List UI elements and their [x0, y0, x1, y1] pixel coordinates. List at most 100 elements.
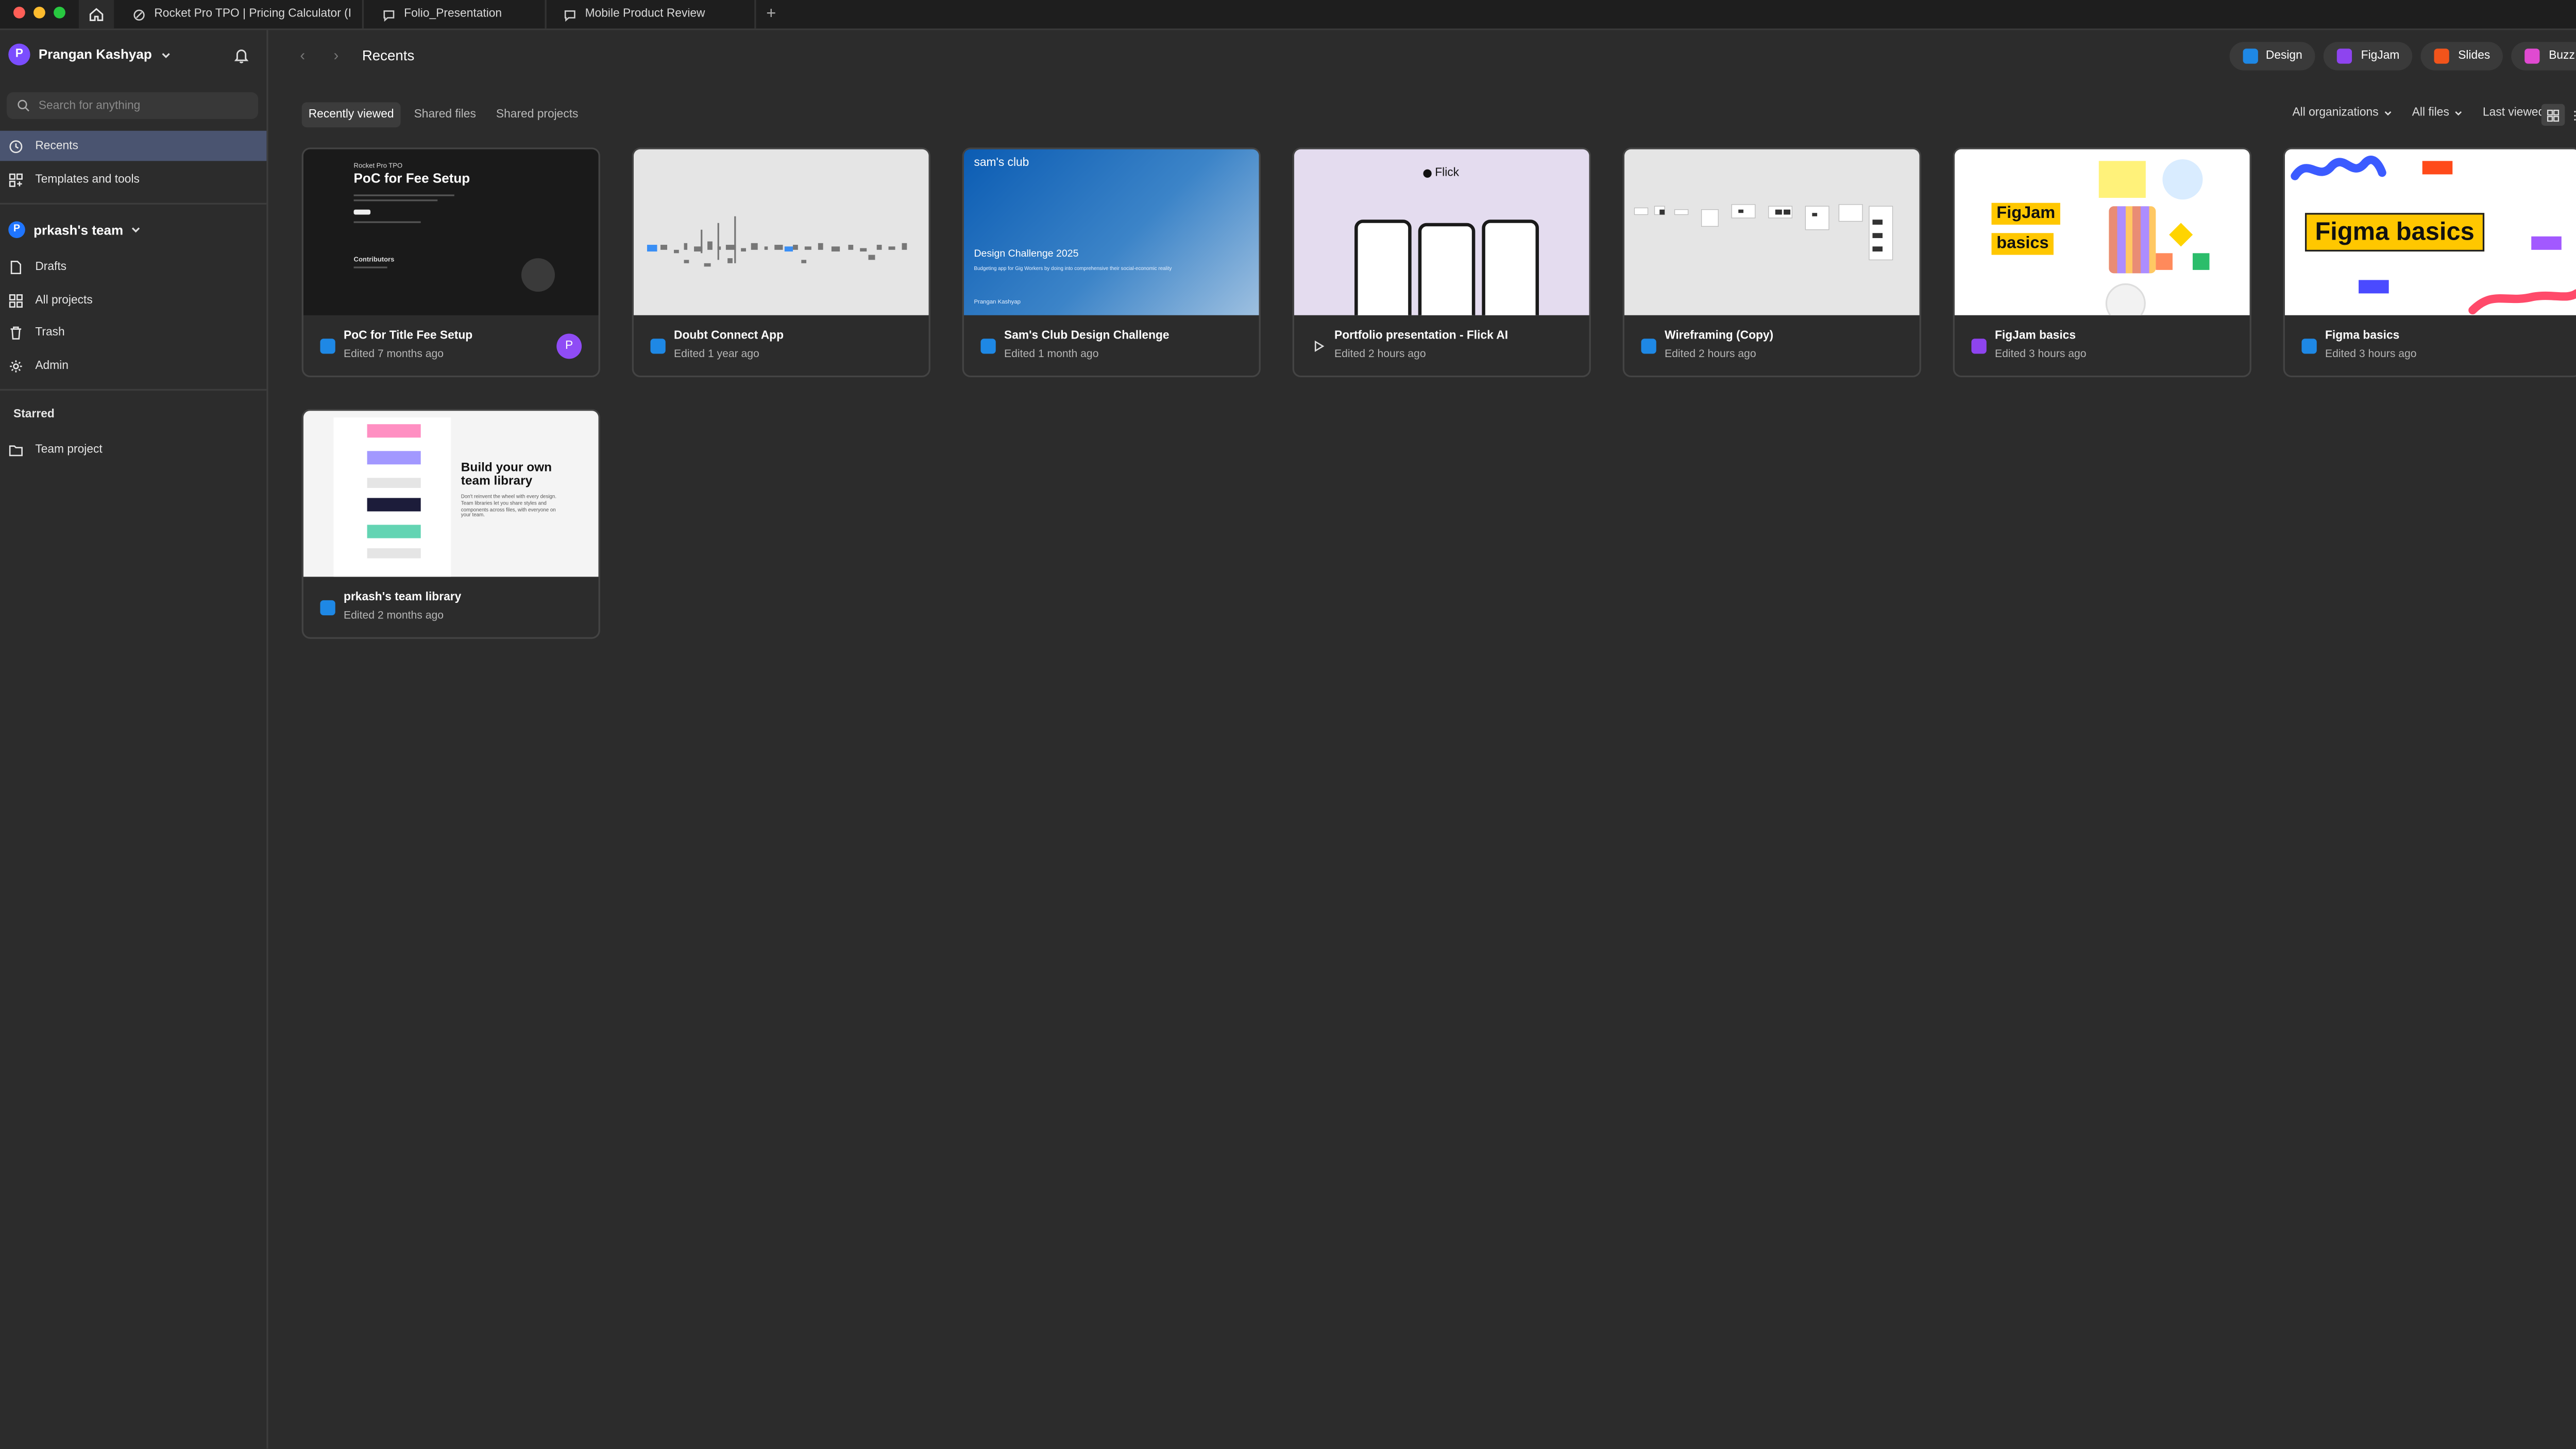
new-tab-button[interactable]: + — [758, 0, 785, 28]
design-file-icon — [650, 339, 666, 354]
list-view-button[interactable] — [2568, 104, 2576, 126]
file-edited: Edited 2 hours ago — [1665, 348, 1756, 361]
file-card[interactable]: Figma basics Figma basics Edited 3 hours… — [2283, 147, 2576, 378]
thumb-brand-row: Flick — [1423, 167, 1459, 179]
sidebar-item-label: Team project — [35, 443, 103, 456]
organization-filter[interactable]: All organizations — [2292, 107, 2392, 119]
file-thumbnail: sam's club Design Challenge 2025 Budgeti… — [963, 149, 1259, 315]
file-card[interactable]: FigJam basics FigJam basics Edited 3 hou… — [1953, 147, 2251, 378]
file-thumbnail: FigJam basics — [1954, 149, 2250, 315]
home-tab[interactable] — [78, 0, 114, 29]
team-avatar: P — [8, 221, 25, 239]
user-name: Prangan Kashyap — [38, 47, 152, 62]
library-preview — [333, 417, 451, 577]
file-card[interactable]: Build your own team library Don't reinve… — [301, 409, 600, 639]
filter-label: All organizations — [2292, 107, 2379, 120]
chevron-down-icon — [2384, 111, 2391, 116]
figjam-icon — [2337, 48, 2353, 64]
file-card[interactable]: Flick Portfolio presentation - Flick AI … — [1292, 147, 1591, 378]
maximize-window-button[interactable] — [54, 7, 65, 19]
figjam-button[interactable]: FigJam — [2324, 42, 2413, 71]
account-switcher[interactable]: P Prangan Kashyap — [8, 43, 170, 65]
file-thumbnail: Flick — [1294, 149, 1589, 315]
clock-icon — [9, 139, 23, 153]
chevron-left-icon: ‹ — [300, 47, 306, 64]
sidebar-item-trash[interactable]: Trash — [0, 317, 266, 347]
sidebar: P Prangan Kashyap Recents Templates and … — [0, 30, 268, 1449]
diamond-shape — [2169, 223, 2193, 247]
slides-icon — [2434, 48, 2450, 64]
design-file-icon — [2301, 339, 2317, 354]
sidebar-item-recents[interactable]: Recents — [0, 130, 267, 161]
thumb-heading: Figma basics — [2304, 213, 2485, 252]
back-button[interactable]: ‹ — [300, 47, 305, 64]
tab-label: Rocket Pro TPO | Pricing Calculator (I — [154, 8, 352, 21]
folder-icon — [9, 444, 23, 456]
buzz-button[interactable]: Buzz — [2512, 42, 2576, 71]
minimize-window-button[interactable] — [33, 7, 45, 19]
tab-shared-files[interactable]: Shared files — [408, 102, 483, 127]
title-bar: Rocket Pro TPO | Pricing Calculator (I F… — [0, 0, 2576, 30]
search-icon — [18, 99, 29, 112]
file-info: Figma basics Edited 3 hours ago — [2285, 315, 2576, 376]
buzz-icon — [2525, 48, 2540, 64]
tab-recently-viewed[interactable]: Recently viewed — [301, 102, 401, 128]
file-edited: Edited 3 hours ago — [2325, 348, 2417, 361]
tab-rocket-pro[interactable]: Rocket Pro TPO | Pricing Calculator (I — [116, 0, 364, 29]
file-edited: Edited 2 hours ago — [1334, 348, 1426, 361]
file-info: FigJam basics Edited 3 hours ago — [1955, 315, 2250, 376]
home-icon — [89, 8, 104, 21]
tab-mobile-product-review[interactable]: Mobile Product Review — [547, 0, 756, 29]
file-edited: Edited 7 months ago — [344, 348, 444, 361]
file-filter-tabs: Recently viewed Shared files Shared proj… — [301, 102, 585, 128]
file-title: prkash's team library — [344, 592, 462, 604]
thumb-heading: Build your own team library — [461, 459, 552, 488]
sidebar-item-admin[interactable]: Admin — [0, 350, 266, 381]
grid-icon — [2547, 109, 2560, 121]
file-title: Sam's Club Design Challenge — [1004, 330, 1170, 342]
tab-label: Folio_Presentation — [404, 8, 502, 21]
file-thumbnail — [633, 149, 929, 315]
file-title: FigJam basics — [1995, 330, 2076, 342]
wireframe-thumbnail-graphic — [647, 216, 907, 267]
design-file-icon — [320, 339, 335, 354]
sidebar-item-label: Templates and tools — [35, 173, 140, 186]
close-window-button[interactable] — [13, 7, 25, 19]
file-thumbnail: Figma basics — [2284, 149, 2576, 315]
plus-icon: + — [766, 5, 776, 24]
design-button[interactable]: Design — [2229, 42, 2316, 71]
sidebar-item-all-projects[interactable]: All projects — [0, 285, 266, 315]
bell-icon[interactable] — [233, 47, 250, 64]
thumb-contributors: Contributors — [353, 255, 395, 263]
file-card[interactable]: Doubt Connect App Edited 1 year ago — [632, 147, 930, 378]
sidebar-item-team-project[interactable]: Team project — [0, 434, 266, 465]
file-thumbnail: Rocket Pro TPO PoC for Fee Setup Contrib… — [303, 149, 599, 315]
file-edited: Edited 3 hours ago — [1995, 348, 2087, 361]
slides-button[interactable]: Slides — [2421, 42, 2504, 71]
tab-folio-presentation[interactable]: Folio_Presentation — [365, 0, 547, 29]
sidebar-item-label: Recents — [35, 140, 78, 152]
team-switcher[interactable]: P prkash's team — [8, 221, 142, 239]
thumb-body: Don't reinvent the wheel with every desi… — [461, 493, 557, 519]
design-file-icon — [980, 339, 996, 354]
file-title: Doubt Connect App — [674, 330, 784, 342]
sidebar-item-drafts[interactable]: Drafts — [0, 251, 266, 282]
file-edited: Edited 1 month ago — [1004, 348, 1099, 361]
file-type-filter[interactable]: All files — [2412, 107, 2463, 119]
search-box[interactable] — [7, 92, 259, 120]
forward-button[interactable]: › — [334, 47, 339, 64]
main-content: ‹ › Recents Design FigJam Slides Buzz Re… — [268, 30, 2576, 1449]
file-card[interactable]: Rocket Pro TPO PoC for Fee Setup Contrib… — [301, 147, 600, 378]
app-label: Slides — [2458, 50, 2490, 62]
search-input[interactable] — [38, 99, 240, 112]
grid-view-button[interactable] — [2541, 104, 2565, 126]
file-card[interactable]: Wireframing (Copy) Edited 2 hours ago — [1622, 147, 1921, 378]
file-card[interactable]: sam's club Design Challenge 2025 Budgeti… — [962, 147, 1261, 378]
thumb-heading: PoC for Fee Setup — [353, 171, 470, 187]
sidebar-item-templates[interactable]: Templates and tools — [0, 164, 266, 195]
divider — [0, 389, 267, 391]
design-file-icon — [320, 600, 335, 616]
file-info: prkash's team library Edited 2 months ag… — [303, 577, 599, 637]
file-icon — [10, 260, 22, 274]
tab-shared-projects[interactable]: Shared projects — [489, 102, 585, 127]
